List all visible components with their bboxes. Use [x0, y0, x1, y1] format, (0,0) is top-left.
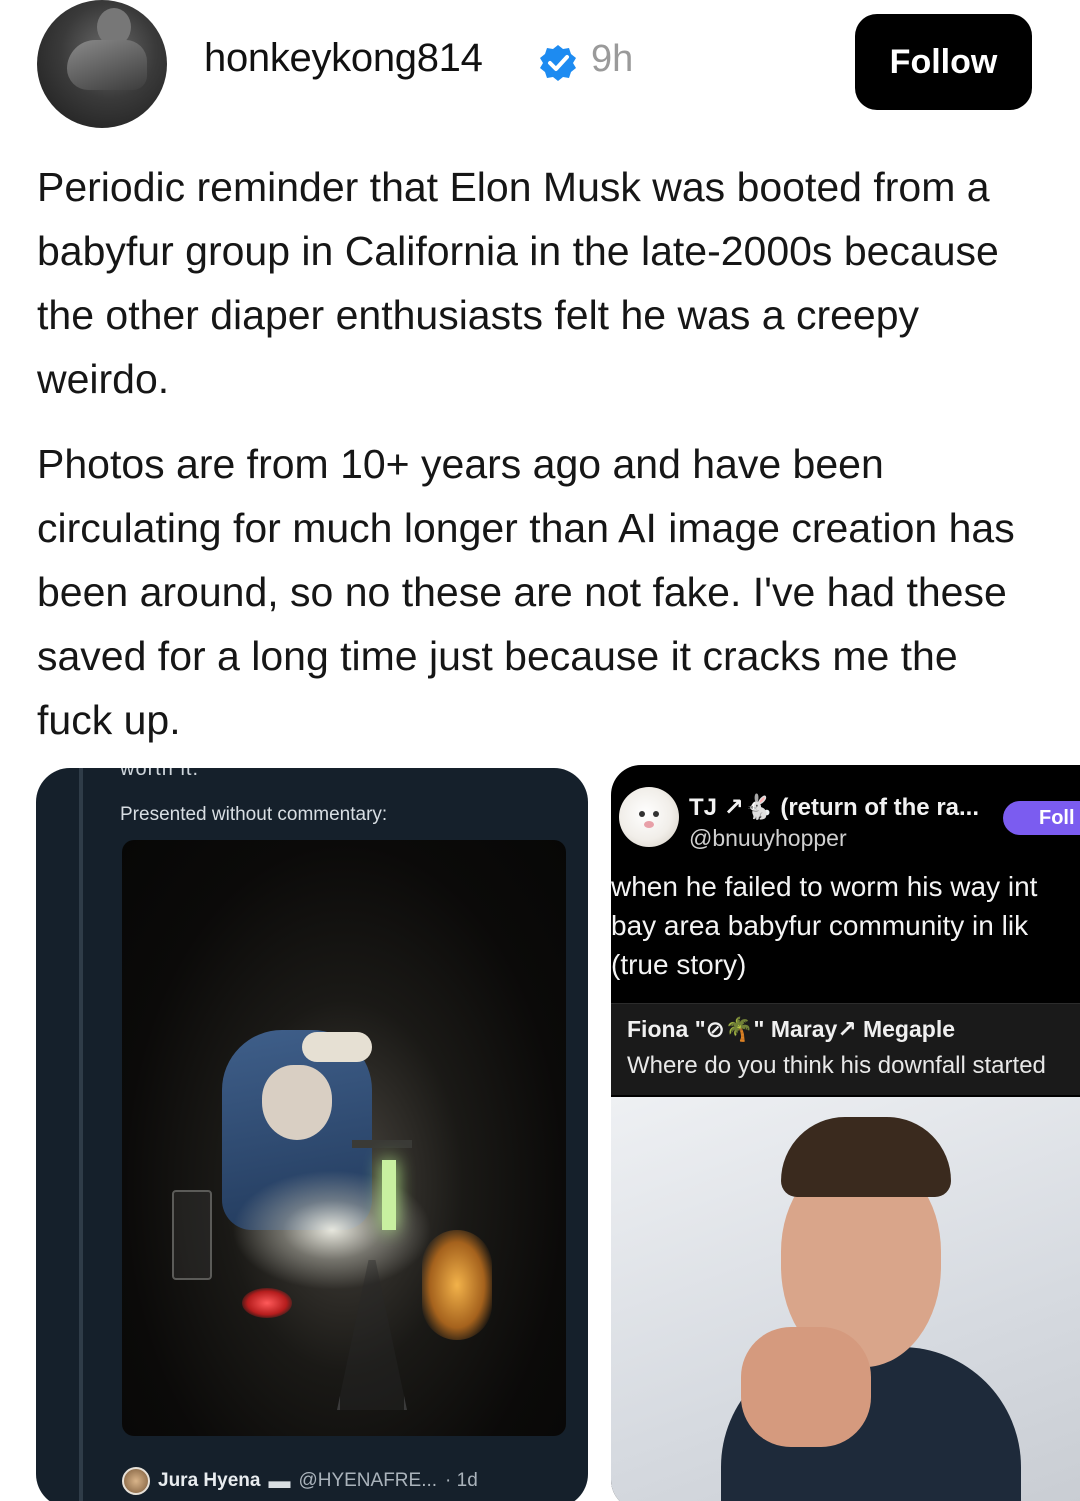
thread-line [79, 768, 83, 1501]
attached-image-1[interactable]: worth it. Presented without commentary: … [36, 768, 588, 1501]
cropped-text: worth it. [120, 768, 200, 780]
embedded-author-handle: @HYENAFRE... [298, 1470, 438, 1491]
avatar-eye [653, 811, 659, 817]
portrait-hair-shape [781, 1117, 951, 1197]
embedded-avatar [122, 1467, 150, 1495]
portrait-hands-shape [741, 1327, 871, 1447]
author-username[interactable]: honkeykong814 [204, 36, 483, 81]
embedded-author-name: Jura Hyena [158, 1470, 261, 1491]
avatar-eye [639, 811, 645, 817]
tweet-line: (true story) [611, 949, 747, 980]
embedded-reply: Fiona "⊘🌴" Maray↗ Megaple Where do you t… [611, 1003, 1080, 1095]
portrait-photo [611, 1097, 1080, 1501]
green-lamp-shape [382, 1160, 396, 1230]
lamp-base-shape [352, 1140, 412, 1148]
follow-button[interactable]: Follow [855, 14, 1032, 110]
reply-text: Where do you think his downfall started [627, 1052, 1046, 1079]
author-avatar[interactable] [37, 0, 167, 128]
table-light-glow [232, 1170, 432, 1290]
hood-ears-shape [302, 1032, 372, 1062]
post: honkeykong814 9h Follow Periodic reminde… [0, 0, 1080, 1501]
embedded-tweet-handle: @bnuuyhopper [689, 825, 847, 851]
embedded-tweet-author-name: TJ ↗🐇 (return of the ra... [689, 794, 980, 821]
bunny-avatar [619, 787, 679, 847]
post-text-paragraph-1: Periodic reminder that Elon Musk was boo… [37, 164, 999, 402]
glass-shape [172, 1190, 212, 1280]
tweet-line: bay area babyfur community in lik [611, 910, 1029, 941]
embedded-post-time: · 1d [445, 1470, 478, 1491]
red-candle-shape [242, 1288, 292, 1318]
post-timestamp: 9h [591, 38, 634, 80]
tweet-line: when he failed to worm his way int [611, 871, 1038, 902]
avatar-arm-shape [67, 40, 147, 90]
embedded-photo [122, 840, 566, 1436]
orange-light-shape [422, 1230, 492, 1340]
post-text-paragraph-2: Photos are from 10+ years ago and have b… [37, 441, 1015, 743]
verified-badge-icon [540, 45, 576, 81]
face-shape [262, 1065, 332, 1140]
avatar-nose [644, 821, 654, 828]
attached-image-2[interactable]: TJ ↗🐇 (return of the ra... @bnuuyhopper … [611, 765, 1080, 1501]
embedded-post-footer: Jura Hyena ▬ @HYENAFRE... · 1d [122, 1461, 566, 1501]
embedded-tweet-body: when he failed to worm his way int bay a… [611, 867, 1080, 984]
embedded-follow-button: Foll [1003, 801, 1080, 835]
reply-author-names: Fiona "⊘🌴" Maray↗ Megaple [627, 1016, 955, 1042]
flag-icon: ▬ [268, 1468, 291, 1493]
image-caption: Presented without commentary: [120, 804, 388, 825]
